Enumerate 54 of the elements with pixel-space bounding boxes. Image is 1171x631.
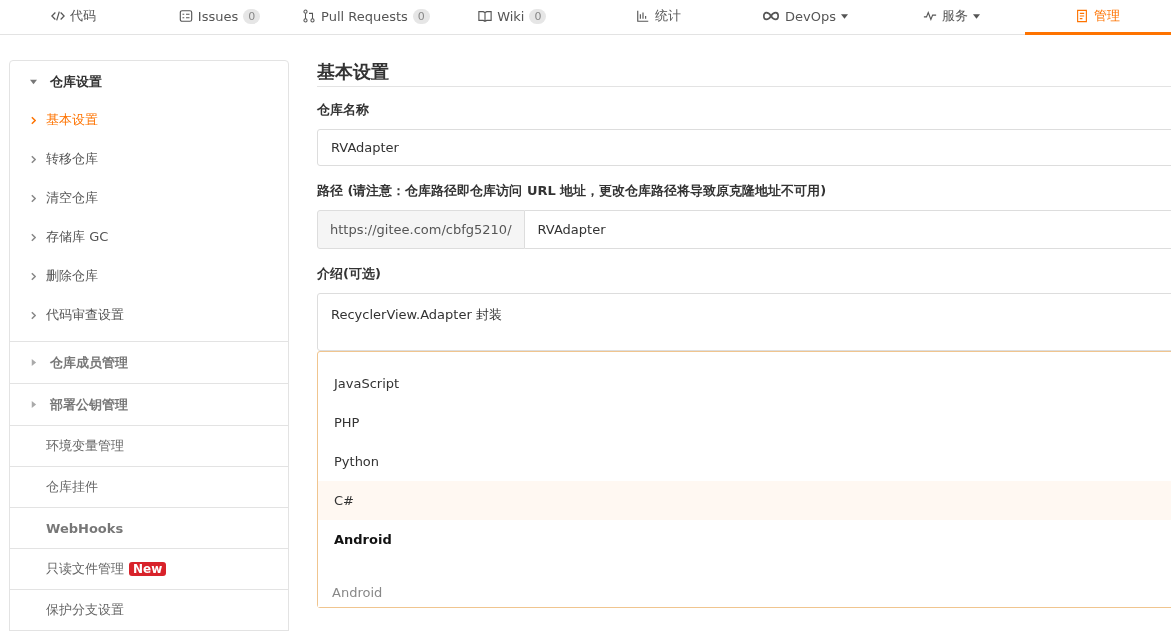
document-icon [1075, 9, 1090, 23]
sidebar-item[interactable]: 代码审查设置 [10, 294, 288, 336]
pulse-icon [922, 9, 937, 23]
sidebar-link[interactable]: 保护分支设置 [46, 601, 124, 619]
sidebar-link[interactable]: 只读文件管理 [46, 560, 124, 578]
dropdown-option[interactable]: Android [318, 520, 1171, 559]
path-field[interactable]: RVAdapter [524, 210, 1171, 249]
count-badge: 0 [529, 8, 547, 24]
sidebar-item[interactable]: 存储库 GC [10, 216, 288, 258]
dropdown-option[interactable]: Python [318, 442, 1171, 481]
new-badge: New [129, 562, 167, 576]
code-icon [50, 9, 65, 23]
nav-tab[interactable]: 服务 [878, 0, 1025, 35]
triangle-icon [30, 359, 37, 366]
nav-tab[interactable]: DevOps [731, 0, 879, 35]
nav-tab[interactable]: Wiki 0 [439, 0, 586, 35]
dropdown-option[interactable]: C# [318, 481, 1171, 520]
chevron-icon [31, 193, 36, 203]
path-prefix: https://gitee.com/cbfg5210/ [317, 210, 525, 249]
issues-icon [178, 9, 193, 23]
chevron-icon [31, 271, 36, 281]
sidebar-item[interactable]: 清空仓库 [10, 177, 288, 219]
chevron-icon [31, 154, 36, 164]
chevron-icon [31, 310, 36, 320]
chevron-icon [31, 232, 36, 242]
description-field[interactable]: RecyclerView.Adapter 封装 [317, 293, 1171, 351]
book-icon [478, 9, 493, 23]
sidebar-group[interactable]: 部署公钥管理 [10, 384, 288, 425]
sidebar-group[interactable]: 仓库成员管理 [10, 342, 288, 383]
dropdown-option[interactable]: PHP [318, 403, 1171, 442]
section-title: 基本设置 [317, 60, 1171, 87]
name-field[interactable]: RVAdapter [317, 129, 1171, 166]
nav-tab[interactable]: Pull Requests 0 [292, 0, 440, 35]
sidebar-group[interactable]: 仓库设置 [10, 61, 288, 102]
field-label: 仓库名称 [317, 101, 370, 119]
triangle-icon [30, 78, 37, 85]
sidebar-link[interactable]: 环境变量管理 [46, 437, 124, 455]
chevron-icon [31, 115, 36, 125]
field-label: 介绍(可选) [317, 265, 382, 283]
field-label: 路径 (请注意：仓库路径即仓库访问 URL 地址，更改仓库路径将导致原克隆地址不可用) [317, 182, 828, 200]
sidebar-link[interactable]: WebHooks [46, 520, 124, 536]
sidebar-link[interactable]: 仓库挂件 [46, 478, 98, 496]
nav-tab[interactable]: 统计 [585, 0, 732, 35]
sidebar-item[interactable]: 转移仓库 [10, 138, 288, 180]
bar-chart-icon [636, 9, 651, 23]
infinity-icon [762, 9, 781, 23]
sidebar-item[interactable]: 删除仓库 [10, 255, 288, 297]
count-badge: 0 [243, 8, 261, 24]
nav-tab[interactable]: 代码 [0, 0, 147, 35]
triangle-icon [30, 401, 37, 408]
count-badge: 0 [412, 8, 430, 24]
pull-request-icon [302, 9, 317, 23]
nav-tab[interactable]: Issues 0 [146, 0, 293, 35]
dropdown-option[interactable]: JavaScript [318, 364, 1171, 403]
